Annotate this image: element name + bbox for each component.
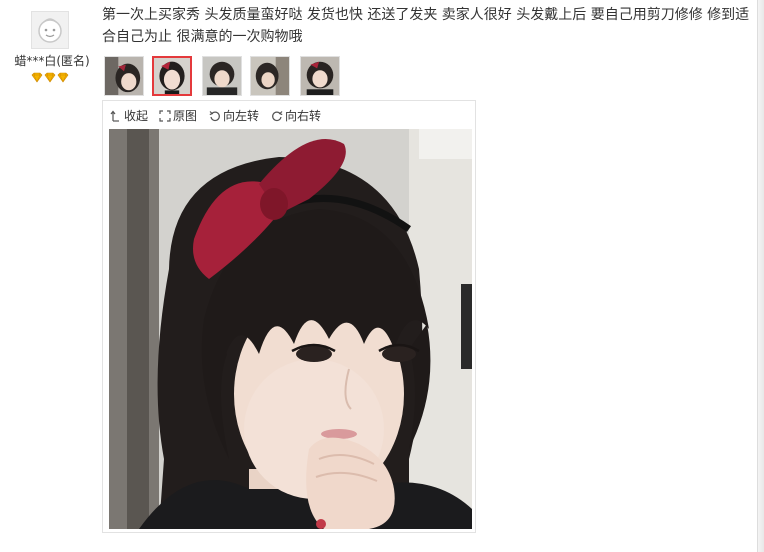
review-photo-image (109, 129, 472, 529)
review-text: 第一次上买家秀 头发质量蛮好哒 发货也快 还送了发夹 卖家人很好 头发戴上后 要… (102, 7, 750, 45)
diamond-icon (57, 72, 69, 83)
original-image-label: 原图 (173, 109, 198, 123)
collapse-button[interactable]: 收起 (110, 107, 148, 124)
diamond-icon (31, 72, 43, 83)
page-right-border (757, 0, 764, 552)
image-viewer: 收起 原图 向左转 向右转 (102, 100, 476, 533)
thumbnail[interactable] (300, 56, 340, 96)
thumbnail[interactable] (104, 56, 144, 96)
thumbnail-active[interactable] (152, 56, 192, 96)
rotate-left-button[interactable]: 向左转 (209, 107, 259, 124)
avatar[interactable] (31, 11, 69, 49)
rotate-right-label: 向右转 (285, 109, 322, 123)
thumbnail[interactable] (202, 56, 242, 96)
rotate-right-button[interactable]: 向右转 (271, 107, 321, 124)
user-name[interactable]: 蜡***白(匿名) (10, 52, 94, 69)
original-image-button[interactable]: 原图 (159, 107, 197, 124)
viewer-toolbar: 收起 原图 向左转 向右转 (103, 101, 475, 129)
rotate-left-label: 向左转 (223, 109, 260, 123)
user-level (31, 72, 73, 84)
review-photo[interactable] (109, 129, 472, 529)
rotate-left-icon (209, 110, 220, 121)
default-avatar-icon (32, 12, 68, 48)
thumbnail[interactable] (250, 56, 290, 96)
collapse-label: 收起 (124, 109, 149, 123)
collapse-arrow-icon (110, 110, 119, 122)
expand-icon (159, 109, 171, 122)
rotate-right-icon (272, 110, 283, 121)
diamond-icon (44, 72, 56, 83)
